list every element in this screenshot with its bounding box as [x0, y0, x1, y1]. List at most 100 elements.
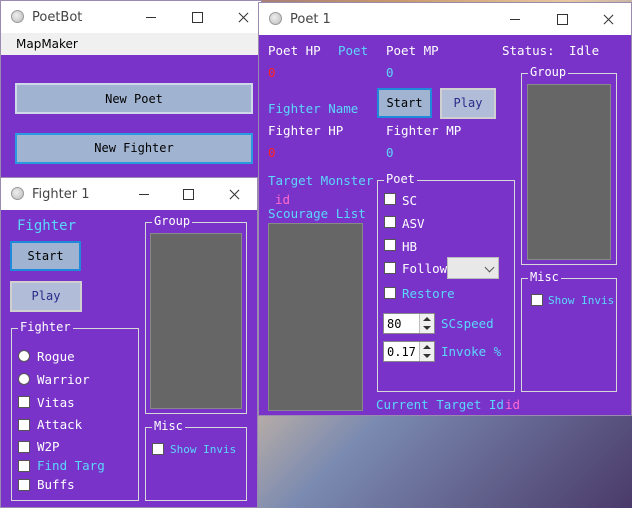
fighter-misc-box: Misc Show Invis: [145, 419, 247, 501]
fighter-mp-label: Fighter MP: [386, 123, 462, 138]
scourage-listbox[interactable]: [268, 223, 363, 411]
show-invis-label: Show Invis: [548, 294, 615, 307]
poet-start-button[interactable]: Start: [377, 88, 432, 118]
poet-titlebar[interactable]: Poet 1: [259, 3, 631, 35]
buffs-label: Buffs: [37, 477, 75, 492]
fighter-mp-value: 0: [386, 145, 394, 160]
spin-down-icon[interactable]: [423, 326, 431, 330]
spin-arrows: [419, 314, 434, 333]
asv-label: ASV: [402, 216, 425, 231]
rogue-radio[interactable]: [18, 350, 30, 362]
scspeed-value: 80: [387, 317, 402, 331]
poetbot-window: PoetBot MapMaker New Poet New Fighter: [0, 0, 262, 182]
poet-mp-label: Poet MP: [386, 43, 439, 58]
warrior-label: Warrior: [37, 372, 90, 387]
poet-link[interactable]: Poet: [338, 43, 368, 58]
app-icon: [11, 187, 24, 200]
close-icon[interactable]: [211, 178, 257, 210]
current-target-value: id: [505, 397, 521, 412]
hb-checkbox[interactable]: [384, 239, 396, 251]
invoke-value: 0.17: [387, 345, 416, 359]
window-title: PoetBot: [32, 10, 83, 25]
maximize-icon[interactable]: [174, 1, 220, 33]
target-monster-label: Target Monster: [268, 173, 374, 188]
attack-checkbox[interactable]: [18, 419, 30, 431]
app-icon: [11, 10, 24, 23]
maximize-icon[interactable]: [539, 3, 585, 35]
vitas-checkbox[interactable]: [18, 396, 30, 408]
chevron-down-icon: [484, 262, 495, 273]
minimize-icon[interactable]: [492, 3, 538, 35]
menubar: MapMaker: [1, 33, 261, 55]
poet-misc-box: Misc Show Invis: [521, 270, 617, 392]
poet-play-button[interactable]: Play: [440, 88, 496, 119]
find-targ-label: Find Targ: [37, 458, 105, 473]
maximize-icon[interactable]: [165, 178, 211, 210]
current-target-label: Current Target Id: [376, 397, 504, 412]
restore-checkbox[interactable]: [384, 287, 396, 299]
fighter-options-group: Fighter Rogue Warrior Vitas Attack W2P F…: [11, 320, 139, 501]
target-monster-id: id: [275, 192, 291, 207]
spin-down-icon[interactable]: [423, 354, 431, 358]
poet-window: Poet 1 Poet HP Poet Poet MP Status: Idle…: [258, 2, 632, 416]
poet-group-box: Group: [521, 65, 617, 265]
new-poet-button[interactable]: New Poet: [15, 83, 253, 114]
poetbot-titlebar[interactable]: PoetBot: [1, 1, 261, 33]
misc-label: Misc: [528, 270, 561, 284]
show-invis-label: Show Invis: [170, 443, 237, 456]
invoke-stepper[interactable]: 0.17: [383, 341, 435, 362]
follow-label: Follow: [402, 261, 448, 276]
scspeed-label: SCspeed: [441, 316, 494, 331]
follow-dropdown[interactable]: [447, 257, 499, 279]
buffs-checkbox[interactable]: [18, 479, 30, 491]
window-title: Fighter 1: [32, 187, 90, 202]
status-label: Status:: [502, 43, 555, 58]
app-icon: [269, 12, 282, 25]
poet-hp-label: Poet HP: [268, 43, 321, 58]
asv-checkbox[interactable]: [384, 216, 396, 228]
scspeed-stepper[interactable]: 80: [383, 313, 435, 334]
group-label: Fighter: [18, 320, 73, 334]
menu-mapmaker[interactable]: MapMaker: [16, 37, 78, 51]
window-title: Poet 1: [290, 12, 331, 27]
poet-options-group: Poet SC ASV HB Follow Restore 80 SCspeed…: [377, 172, 515, 392]
sc-label: SC: [402, 193, 418, 208]
poet-group-listbox[interactable]: [527, 84, 611, 260]
show-invis-checkbox[interactable]: [531, 294, 543, 306]
fighter-titlebar[interactable]: Fighter 1: [1, 178, 257, 210]
show-invis-checkbox[interactable]: [152, 443, 164, 455]
warrior-radio[interactable]: [18, 373, 30, 385]
fighter-name-label: Fighter Name: [268, 101, 359, 116]
close-icon[interactable]: [585, 3, 631, 35]
spin-up-icon[interactable]: [423, 345, 431, 349]
misc-label: Misc: [152, 419, 185, 433]
w2p-checkbox[interactable]: [18, 441, 30, 453]
minimize-icon[interactable]: [128, 1, 174, 33]
hb-label: HB: [402, 239, 418, 254]
follow-checkbox[interactable]: [384, 262, 396, 274]
sc-checkbox[interactable]: [384, 193, 396, 205]
new-fighter-button[interactable]: New Fighter: [15, 133, 253, 164]
group-label: Poet: [384, 172, 417, 186]
fighter-play-button[interactable]: Play: [10, 281, 82, 312]
rogue-label: Rogue: [37, 349, 75, 364]
fighter-start-button[interactable]: Start: [10, 241, 81, 271]
poet-mp-value: 0: [386, 65, 394, 80]
restore-label: Restore: [402, 286, 455, 301]
status-value: Idle: [569, 43, 600, 58]
group-label: Group: [152, 214, 193, 228]
fighter-window: Fighter 1 Fighter Start Play Fighter Rog…: [0, 177, 258, 508]
w2p-label: W2P: [37, 439, 60, 454]
minimize-icon[interactable]: [121, 178, 167, 210]
invoke-label: Invoke %: [441, 344, 502, 359]
fighter-group-box: Group: [145, 214, 247, 414]
find-targ-checkbox[interactable]: [18, 460, 30, 472]
fighter-header: Fighter: [17, 218, 77, 234]
fighter-hp-label: Fighter HP: [268, 123, 344, 138]
vitas-label: Vitas: [37, 395, 75, 410]
attack-label: Attack: [37, 417, 83, 432]
fighter-group-listbox[interactable]: [150, 233, 242, 409]
spin-up-icon[interactable]: [423, 317, 431, 321]
group-label: Group: [528, 65, 569, 79]
poet-hp-value: 0: [268, 65, 276, 80]
